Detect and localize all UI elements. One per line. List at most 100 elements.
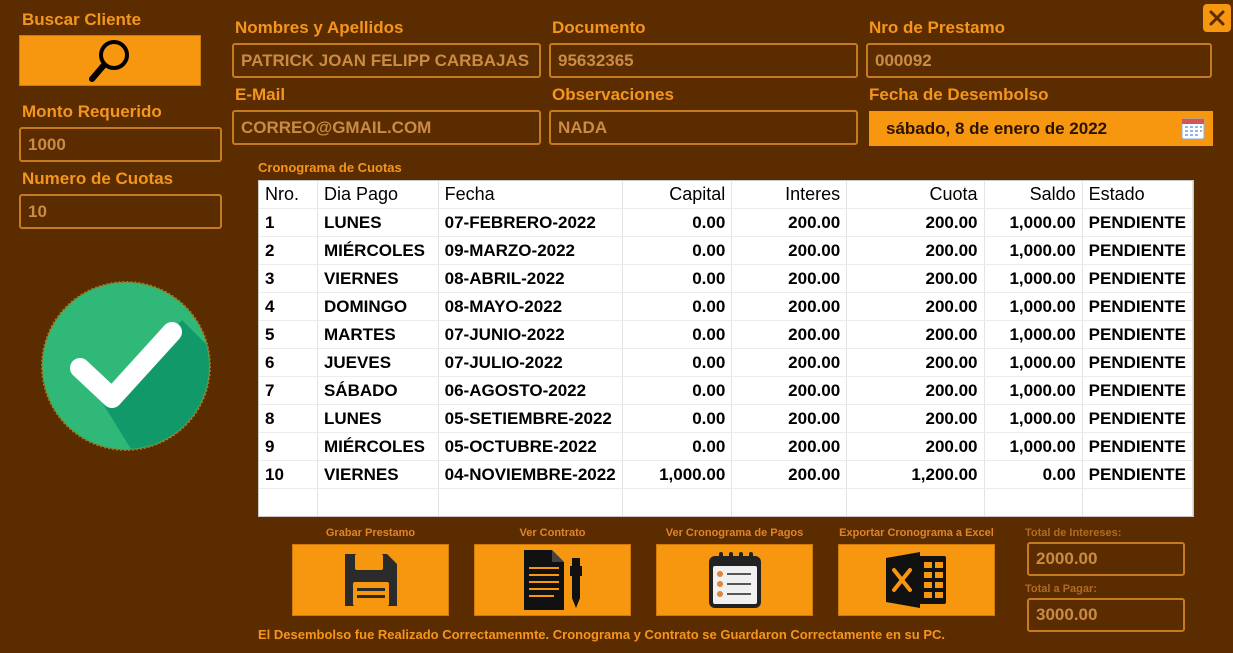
table-cell: 200.00 — [731, 460, 848, 489]
ver-contrato-button[interactable] — [474, 544, 631, 616]
table-row[interactable]: 3 VIERNES 08-ABRIL-2022 0.00 200.00 200.00 1,0… — [259, 264, 1193, 293]
nro-prestamo-label: Nro de Prestamo — [869, 18, 1006, 37]
table-cell: 07-FEBRERO-2022 — [438, 208, 623, 237]
table-cell: 0.00 — [622, 432, 733, 461]
floppy-disk-icon — [344, 554, 397, 606]
calendar-icon[interactable] — [1181, 116, 1205, 140]
ver-cronograma-button[interactable] — [656, 544, 813, 616]
table-row[interactable]: 10 VIERNES 04-NOVIEMBRE-2022 1,000.00 200.00… — [259, 460, 1193, 489]
table-cell: 04-NOVIEMBRE-2022 — [438, 460, 623, 489]
table-cell: 200.00 — [846, 376, 985, 405]
total-pagar-field[interactable]: 3000.00 — [1027, 598, 1185, 632]
table-cell: PENDIENTE — [1082, 292, 1193, 321]
table-cell: PENDIENTE — [1082, 460, 1193, 489]
table-cell: 200.00 — [846, 264, 985, 293]
table-cell: 200.00 — [731, 404, 848, 433]
calendar-list-icon — [708, 552, 761, 608]
table-row[interactable]: 6 JUEVES 07-JULIO-2022 0.00 200.00 200.00 1,00… — [259, 348, 1193, 377]
table-cell: 1,200.00 — [846, 460, 985, 489]
exportar-excel-label: Exportar Cronograma a Excel — [839, 527, 994, 539]
column-header[interactable]: Dia Pago — [317, 181, 439, 209]
table-cell: 3 — [259, 264, 318, 293]
table-cell: PENDIENTE — [1082, 236, 1193, 265]
table-cell: 09-MARZO-2022 — [438, 236, 623, 265]
table-cell: 0.00 — [622, 320, 733, 349]
nombres-field[interactable]: PATRICK JOAN FELIPP CARBAJAS — [232, 43, 541, 78]
table-cell: 6 — [259, 348, 318, 377]
table-cell: 200.00 — [731, 376, 848, 405]
column-header[interactable]: Saldo — [984, 181, 1083, 209]
table-cell: 200.00 — [731, 292, 848, 321]
grabar-prestamo-button[interactable] — [292, 544, 449, 616]
fecha-desembolso-picker[interactable]: sábado, 8 de enero de 2022 — [869, 111, 1213, 146]
observaciones-field[interactable]: NADA — [549, 110, 858, 145]
table-row[interactable]: 7 SÁBADO 06-AGOSTO-2022 0.00 200.00 200.00 1,0… — [259, 376, 1193, 405]
nombres-label: Nombres y Apellidos — [235, 18, 404, 37]
total-intereses-field[interactable]: 2000.00 — [1027, 542, 1185, 576]
table-cell: 200.00 — [846, 432, 985, 461]
table-cell: 05-SETIEMBRE-2022 — [438, 404, 623, 433]
table-cell: 200.00 — [846, 348, 985, 377]
column-header[interactable]: Estado — [1082, 181, 1193, 209]
table-cell: 1,000.00 — [984, 432, 1083, 461]
observaciones-label: Observaciones — [552, 85, 674, 104]
column-header[interactable]: Capital — [622, 181, 733, 209]
close-button[interactable] — [1203, 4, 1231, 32]
table-row[interactable]: 4 DOMINGO 08-MAYO-2022 0.00 200.00 200.00 1,00… — [259, 292, 1193, 321]
table-cell: 200.00 — [846, 236, 985, 265]
table-cell: 200.00 — [731, 432, 848, 461]
table-row[interactable]: 5 MARTES 07-JUNIO-2022 0.00 200.00 200.00 1,00… — [259, 320, 1193, 349]
table-cell: 07-JULIO-2022 — [438, 348, 623, 377]
column-header[interactable]: Interes — [731, 181, 848, 209]
table-cell: 10 — [259, 460, 318, 489]
numero-cuotas-field[interactable]: 10 — [19, 194, 222, 229]
table-cell: 1,000.00 — [984, 404, 1083, 433]
column-header[interactable]: Cuota — [846, 181, 985, 209]
grabar-prestamo-label: Grabar Prestamo — [325, 527, 416, 539]
table-cell: 06-AGOSTO-2022 — [438, 376, 623, 405]
table-cell: 200.00 — [731, 236, 848, 265]
table-cell: MIÉRCOLES — [317, 432, 439, 461]
table-cell: 08-ABRIL-2022 — [438, 264, 623, 293]
table-cell: 8 — [259, 404, 318, 433]
table-cell: 4 — [259, 292, 318, 321]
monto-requerido-field[interactable]: 1000 — [19, 127, 222, 162]
column-header[interactable]: Nro. — [259, 181, 318, 209]
numero-cuotas-label: Numero de Cuotas — [22, 169, 174, 188]
table-row[interactable]: 9 MIÉRCOLES 05-OCTUBRE-2022 0.00 200.00 200.0… — [259, 432, 1193, 461]
documento-field[interactable]: 95632365 — [549, 43, 858, 78]
buscar-cliente-button[interactable] — [19, 35, 201, 86]
table-cell: 200.00 — [846, 208, 985, 237]
email-field[interactable]: CORREO@GMAIL.COM — [232, 110, 541, 145]
table-cell: 0.00 — [622, 264, 733, 293]
buscar-cliente-label: Buscar Cliente — [22, 10, 142, 29]
table-cell: 5 — [259, 320, 318, 349]
check-circle-icon — [41, 281, 211, 451]
table-cell: MIÉRCOLES — [317, 236, 439, 265]
table-cell: 07-JUNIO-2022 — [438, 320, 623, 349]
table-cell: SÁBADO — [317, 376, 439, 405]
table-cell: 1,000.00 — [984, 236, 1083, 265]
exportar-excel-button[interactable] — [838, 544, 995, 616]
nro-prestamo-field[interactable]: 000092 — [866, 43, 1212, 78]
table-cell: 0.00 — [622, 404, 733, 433]
table-cell: 200.00 — [731, 208, 848, 237]
total-intereses-label: Total de Intereses: — [1025, 527, 1122, 539]
table-cell: 2 — [259, 236, 318, 265]
column-header[interactable]: Fecha — [438, 181, 623, 209]
table-cell: 200.00 — [846, 292, 985, 321]
table-row[interactable]: 1 LUNES 07-FEBRERO-2022 0.00 200.00 200.00 1,0… — [259, 208, 1193, 237]
document-pen-icon — [523, 550, 582, 610]
table-cell: 200.00 — [846, 404, 985, 433]
table-cell: 9 — [259, 432, 318, 461]
table-cell: 1,000.00 — [984, 320, 1083, 349]
table-cell: 0.00 — [622, 208, 733, 237]
fecha-desembolso-value: sábado, 8 de enero de 2022 — [886, 118, 1108, 138]
table-cell: MARTES — [317, 320, 439, 349]
table-cell: 0.00 — [622, 292, 733, 321]
table-row[interactable]: 2 MIÉRCOLES 09-MARZO-2022 0.00 200.00 200.00 1… — [259, 236, 1193, 265]
table-cell: 200.00 — [731, 264, 848, 293]
cronograma-table[interactable]: Nro. Dia Pago Fecha Capital Interes Cuota Sald… — [258, 180, 1194, 517]
table-row[interactable]: 8 LUNES 05-SETIEMBRE-2022 0.00 200.00 200.00 1… — [259, 404, 1193, 433]
table-cell: JUEVES — [317, 348, 439, 377]
